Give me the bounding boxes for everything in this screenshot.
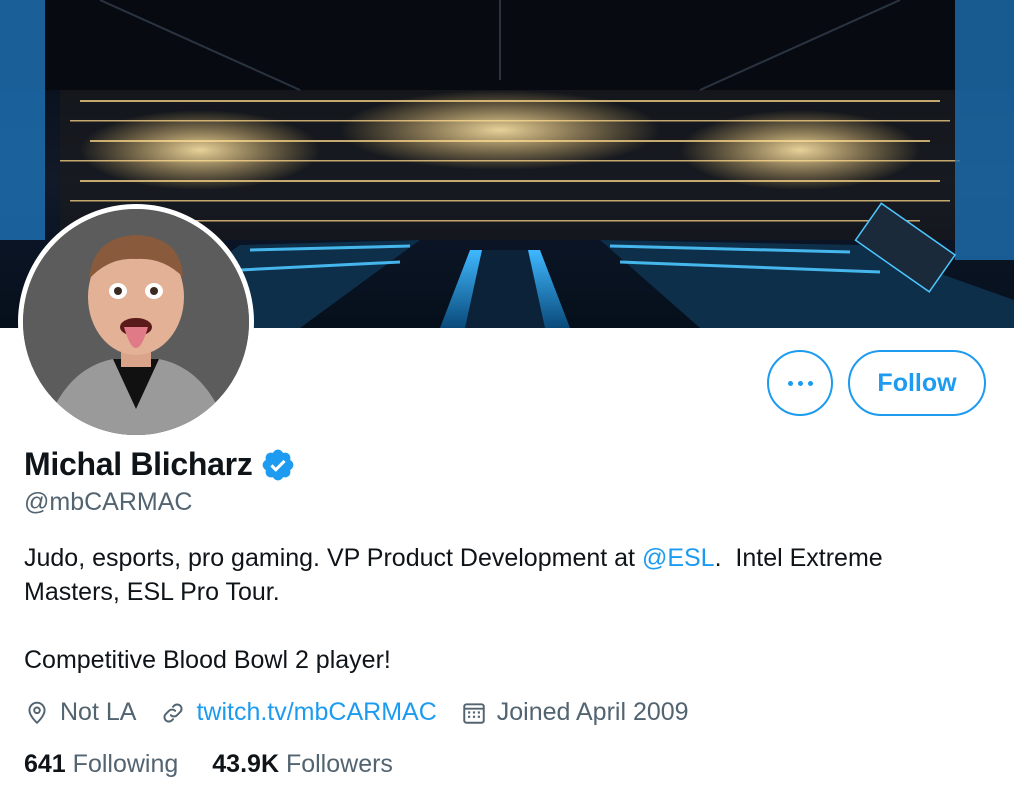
- profile-meta: Not LA twitch.tv/mbCARMAC Joined April 2…: [24, 698, 713, 727]
- profile-avatar[interactable]: [18, 204, 254, 440]
- following-label: Following: [72, 750, 179, 778]
- following-count: 641: [24, 750, 66, 778]
- bio-line-2: Masters, ESL Pro Tour.: [24, 578, 280, 606]
- website-item: twitch.tv/mbCARMAC: [160, 698, 437, 727]
- more-dots-icon: [787, 380, 813, 386]
- bio-text: Judo, esports, pro gaming. VP Product De…: [24, 544, 642, 572]
- mention-link[interactable]: @ESL: [642, 544, 715, 572]
- following-stat[interactable]: 641 Following: [24, 750, 178, 779]
- website-link[interactable]: twitch.tv/mbCARMAC: [196, 698, 436, 727]
- verified-badge-icon[interactable]: [260, 447, 296, 483]
- followers-count: 43.9K: [212, 750, 279, 778]
- calendar-icon: [463, 702, 485, 724]
- bio-line-3: Competitive Blood Bowl 2 player!: [24, 646, 391, 674]
- follow-button[interactable]: Follow: [848, 350, 986, 416]
- profile-bio: Judo, esports, pro gaming. VP Product De…: [24, 541, 984, 677]
- followers-label: Followers: [285, 750, 393, 778]
- more-options-button[interactable]: [767, 350, 833, 416]
- link-icon: [163, 703, 183, 722]
- profile-name-row: Michal Blicharz: [24, 446, 296, 483]
- profile-stats: 641 Following 43.9K Followers: [24, 750, 427, 779]
- bio-spacer: [24, 609, 984, 643]
- bio-line-1: Judo, esports, pro gaming. VP Product De…: [24, 541, 984, 575]
- joined-item: Joined April 2009: [461, 698, 689, 727]
- location-item: Not LA: [24, 698, 136, 727]
- profile-handle: @mbCARMAC: [24, 488, 193, 516]
- bio-text: . Intel Extreme: [714, 544, 883, 572]
- followers-stat[interactable]: 43.9K Followers: [212, 750, 393, 779]
- joined-text: Joined April 2009: [496, 698, 689, 726]
- location-text: Not LA: [60, 698, 137, 726]
- display-name: Michal Blicharz: [24, 446, 253, 482]
- location-pin-icon: [28, 701, 46, 724]
- avatar-photo: [23, 209, 249, 435]
